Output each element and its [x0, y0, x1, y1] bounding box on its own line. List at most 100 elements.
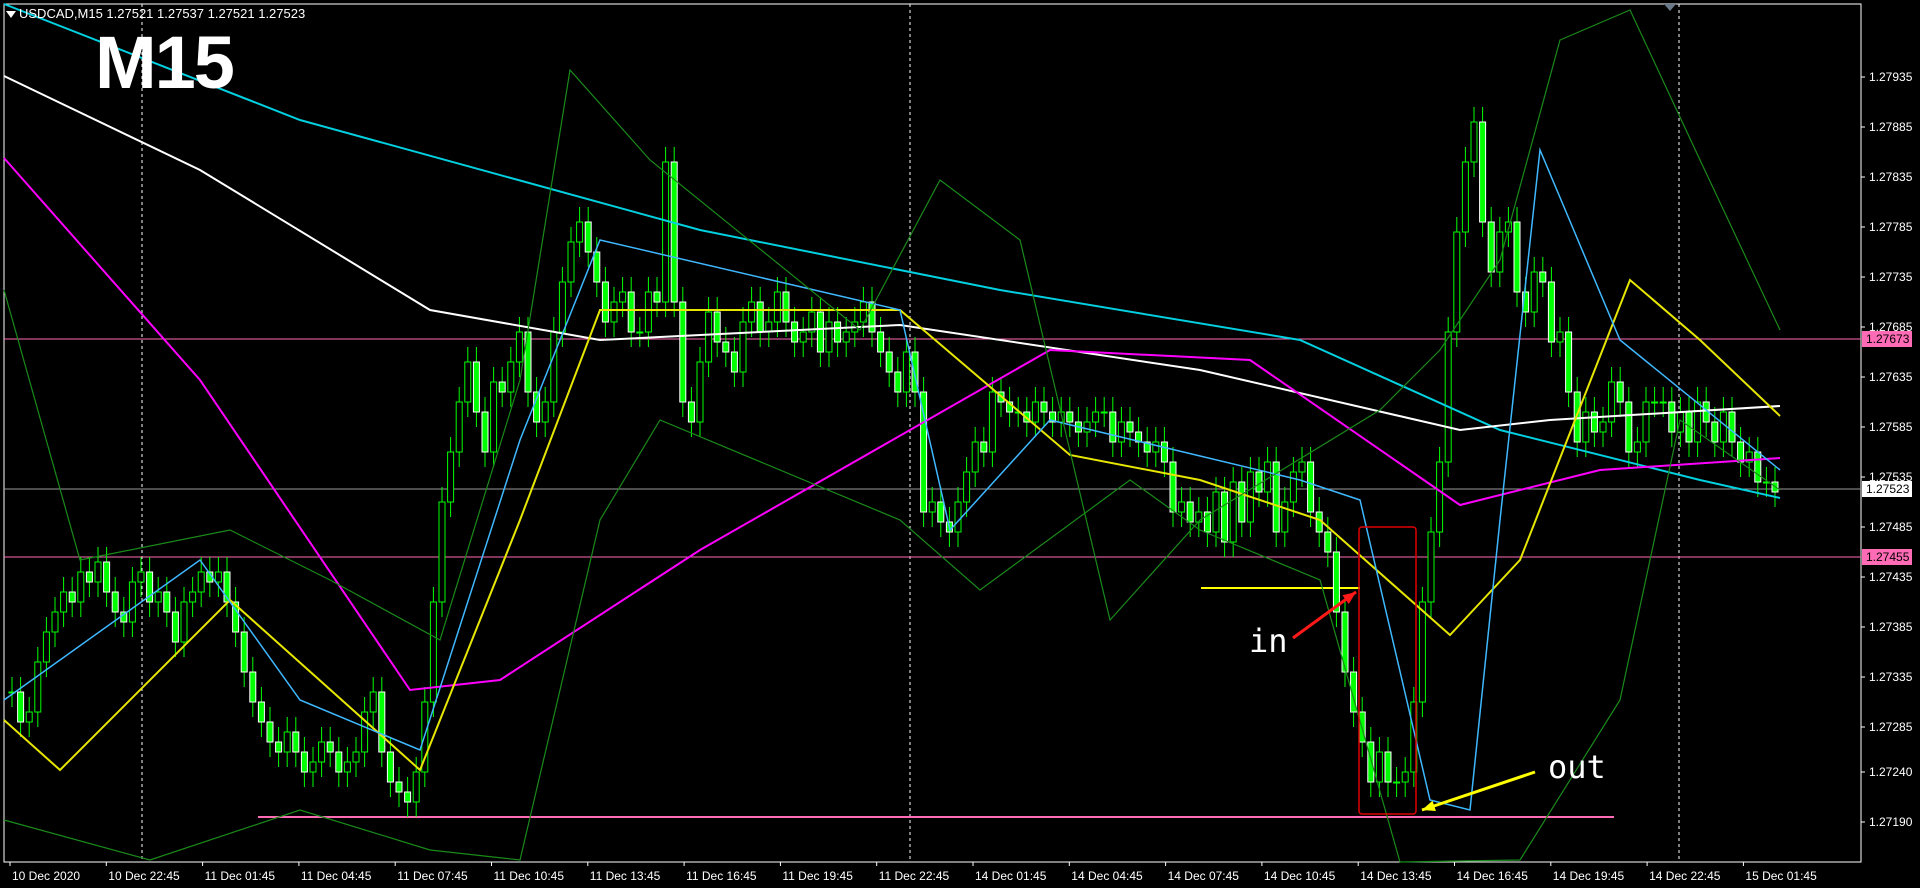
- x-tick-label: 11 Dec 13:45: [590, 869, 661, 883]
- candle-body: [214, 571, 222, 583]
- candle-body: [928, 501, 936, 513]
- x-tick-label: 14 Dec 10:45: [1264, 869, 1336, 883]
- candle-body: [1401, 771, 1409, 783]
- candle-body: [318, 741, 326, 763]
- candle-body: [988, 391, 996, 453]
- candle-body: [266, 721, 274, 743]
- candle-body: [438, 501, 446, 603]
- x-tick-label: 14 Dec 13:45: [1360, 869, 1432, 883]
- candle-body: [498, 381, 506, 393]
- x-tick-label: 11 Dec 10:45: [494, 869, 565, 883]
- x-tick-label: 14 Dec 19:45: [1553, 869, 1625, 883]
- x-tick-label: 10 Dec 22:45: [108, 869, 180, 883]
- price-chart[interactable]: 10 Dec 2020 10 Dec 22:45 11 Dec 01:45 11 De…: [0, 0, 1920, 888]
- candle-body: [275, 741, 283, 753]
- x-tick-label: 11 Dec 19:45: [782, 869, 853, 883]
- candle-body: [1556, 331, 1564, 343]
- x-tick-label: 14 Dec 16:45: [1457, 869, 1529, 883]
- candle-body: [1384, 751, 1392, 783]
- collapse-triangle-icon[interactable]: [6, 11, 16, 19]
- candle-body: [1117, 421, 1125, 443]
- candle-body: [464, 361, 472, 403]
- candle-body: [1711, 421, 1719, 443]
- candle-body: [171, 611, 179, 643]
- x-tick-label: 11 Dec 04:45: [301, 869, 372, 883]
- candle-body: [1668, 401, 1676, 433]
- candle-body: [730, 351, 738, 373]
- candle-body: [111, 591, 119, 613]
- candle-body: [447, 451, 455, 503]
- candle-body: [163, 591, 171, 613]
- candle-body: [885, 351, 893, 373]
- candle-body: [17, 691, 25, 723]
- candle-body: [1281, 501, 1289, 533]
- y-tick-label: 1.27385: [1869, 620, 1913, 634]
- y-tick-label: 1.27240: [1869, 765, 1913, 779]
- y-tick-label: 1.27735: [1869, 270, 1913, 284]
- candle-body: [1461, 161, 1469, 233]
- candle-body: [515, 331, 523, 363]
- candle-body: [963, 471, 971, 503]
- y-tick-label: 1.27935: [1869, 70, 1913, 84]
- candle-body: [1178, 501, 1186, 513]
- candle-body: [25, 711, 33, 723]
- candle-body: [782, 291, 790, 323]
- candle-body: [567, 241, 575, 283]
- candle-body: [1470, 121, 1478, 163]
- x-tick-label: 14 Dec 22:45: [1649, 869, 1721, 883]
- candle-body: [1418, 601, 1426, 703]
- candle-body: [1651, 401, 1659, 404]
- y-tick-label: 1.27835: [1869, 170, 1913, 184]
- candle-body: [137, 571, 145, 583]
- candle-body: [404, 791, 412, 803]
- candle-body: [1289, 471, 1297, 503]
- y-tick-label: 1.27585: [1869, 420, 1913, 434]
- candle-body: [696, 361, 704, 423]
- candle-body: [601, 281, 609, 323]
- candle-body: [1031, 401, 1039, 423]
- out-arrow-head: [1422, 800, 1436, 812]
- symbol-header: USDCAD,M15 1.27521 1.27537 1.27521 1.275…: [6, 6, 305, 21]
- candle-body: [1719, 411, 1727, 443]
- shift-marker-icon: [1664, 4, 1676, 11]
- candle-body: [1513, 221, 1521, 293]
- candle-body: [1616, 381, 1624, 403]
- x-tick-label: 10 Dec 2020: [12, 869, 80, 883]
- candle-body: [1341, 611, 1349, 673]
- candle-body: [128, 581, 136, 623]
- candle-body: [1625, 401, 1633, 453]
- candle-body: [1565, 331, 1573, 393]
- candle-body: [920, 391, 928, 513]
- candle-body: [1427, 531, 1435, 603]
- candle-body: [249, 671, 257, 703]
- candle-body: [343, 761, 351, 773]
- candle-body: [1393, 781, 1401, 784]
- candle-body: [1298, 461, 1306, 473]
- candle-body: [541, 401, 549, 423]
- y-tick-label: 1.27485: [1869, 520, 1913, 534]
- candle-body: [937, 501, 945, 523]
- candle-body: [1453, 231, 1461, 333]
- candle-body: [1307, 461, 1315, 513]
- candle-body: [1479, 121, 1487, 223]
- candle-body: [1160, 441, 1168, 463]
- candle-body: [1040, 401, 1048, 413]
- candle-body: [1737, 441, 1745, 463]
- candle-body: [636, 331, 644, 334]
- candle-body: [971, 441, 979, 473]
- x-tick-label: 15 Dec 01:45: [1745, 869, 1817, 883]
- y-tick-label: 1.27785: [1869, 220, 1913, 234]
- candle-body: [593, 251, 601, 283]
- candle-body: [1444, 331, 1452, 463]
- candle-body: [902, 351, 910, 393]
- candle-body: [412, 771, 420, 803]
- candle-body: [309, 761, 317, 773]
- candle-body: [369, 691, 377, 713]
- x-tick-label: 11 Dec 16:45: [686, 869, 757, 883]
- candle-body: [1754, 451, 1762, 483]
- candle-body: [756, 301, 764, 333]
- candle-body: [490, 381, 498, 453]
- candle-body: [1728, 411, 1736, 443]
- candle-body: [1100, 411, 1108, 414]
- candle-body: [748, 301, 756, 323]
